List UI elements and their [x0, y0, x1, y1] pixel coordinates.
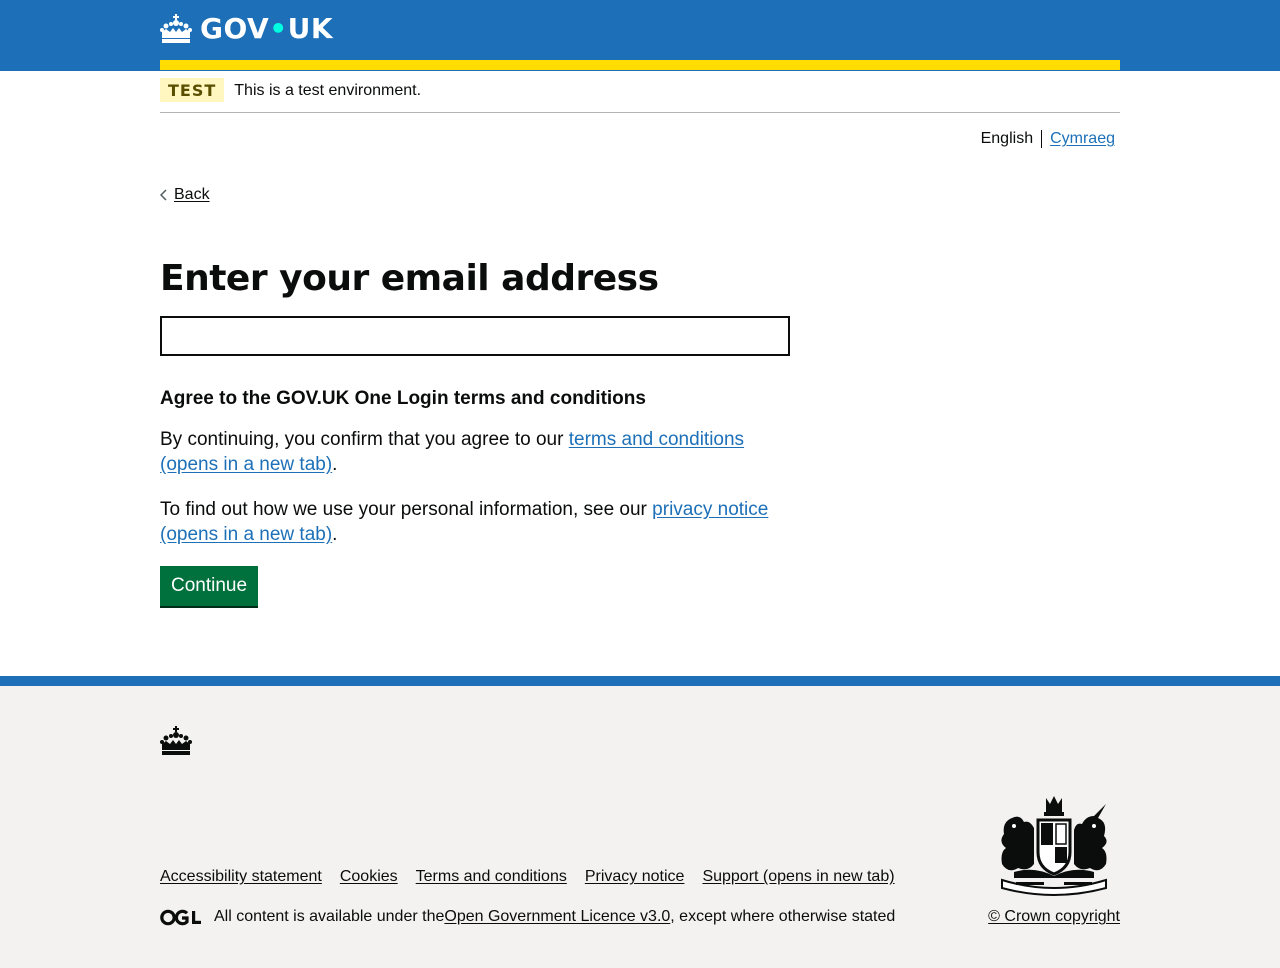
footer-link-terms[interactable]: Terms and conditions — [416, 868, 567, 886]
crown-icon — [160, 726, 192, 755]
language-separator — [1041, 130, 1043, 148]
language-current: English — [980, 130, 1034, 147]
logo-text: GOV — [200, 12, 270, 45]
govuk-logo-link[interactable]: GOV•UK — [160, 12, 333, 45]
language-welsh-link[interactable]: Cymraeg — [1050, 130, 1115, 148]
site-header: GOV•UK — [0, 0, 1280, 71]
terms-paragraph-text: By continuing, you confirm that you agre… — [160, 429, 569, 450]
phase-tag: TEST — [160, 78, 225, 102]
logo-dot: • — [269, 12, 288, 45]
ogl-licence-link[interactable]: Open Government Licence v3.0 — [444, 908, 670, 926]
language-toggle: English Cymraeg — [981, 130, 1115, 148]
privacy-paragraph-end: . — [332, 524, 338, 545]
page-title: Enter your email address — [160, 258, 659, 299]
royal-coat-of-arms-icon — [1001, 796, 1107, 896]
phase-banner: TEST This is a test environment. — [160, 78, 1120, 113]
email-input[interactable] — [160, 316, 790, 356]
licence-text-end: , except where otherwise stated — [670, 908, 896, 925]
back-link-label: Back — [174, 186, 210, 203]
crown-copyright-link[interactable]: © Crown copyright — [988, 908, 1120, 925]
crown-icon — [160, 13, 192, 43]
footer-link-cookies[interactable]: Cookies — [340, 868, 398, 886]
licence-text: All content is available under the — [214, 908, 445, 925]
footer-links: Accessibility statement Cookies Terms an… — [160, 868, 895, 886]
copyright: © Crown copyright — [988, 908, 1120, 926]
continue-button[interactable]: Continue — [160, 566, 258, 606]
privacy-paragraph: To find out how we use your personal inf… — [160, 497, 800, 547]
terms-heading: Agree to the GOV.UK One Login terms and … — [160, 388, 646, 409]
footer-link-accessibility[interactable]: Accessibility statement — [160, 868, 322, 886]
chevron-left-icon — [160, 189, 167, 201]
footer-link-privacy[interactable]: Privacy notice — [585, 868, 685, 886]
header-accent-bar — [160, 60, 1120, 70]
licence-statement: All content is available under the Open … — [160, 908, 895, 926]
logo-text-uk: UK — [287, 12, 334, 45]
site-footer: Accessibility statement Cookies Terms an… — [0, 676, 1280, 968]
phase-text: This is a test environment. — [234, 82, 422, 99]
ogl-logo-icon — [160, 909, 201, 925]
privacy-paragraph-text: To find out how we use your personal inf… — [160, 499, 653, 520]
terms-paragraph: By continuing, you confirm that you agre… — [160, 427, 800, 477]
footer-link-support[interactable]: Support (opens in new tab) — [702, 868, 894, 886]
back-link[interactable]: Back — [160, 186, 210, 204]
terms-paragraph-end: . — [332, 454, 338, 475]
